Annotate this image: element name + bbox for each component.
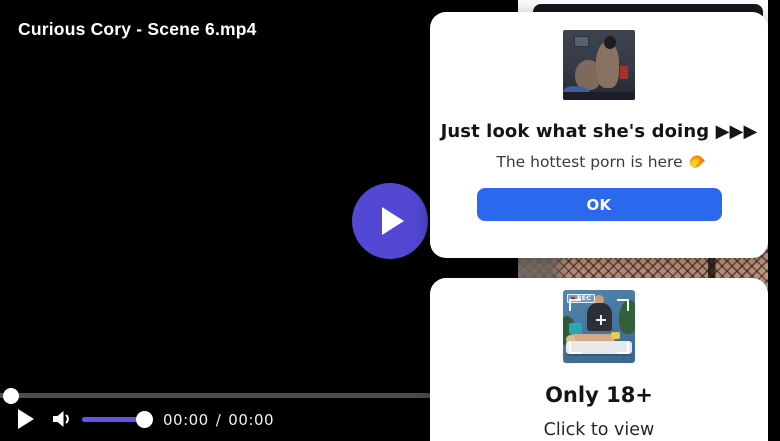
- seek-handle[interactable]: [3, 388, 19, 404]
- fire-icon: [686, 152, 705, 171]
- floor-shape: [563, 92, 635, 100]
- duration: 00:00: [228, 411, 275, 429]
- crosshair-icon: [596, 315, 606, 325]
- viewfinder-brackets-icon: [569, 299, 629, 354]
- figure-shape: [596, 42, 619, 88]
- page-scrollbar-gutter: [768, 0, 780, 441]
- red-object-shape: [620, 66, 628, 79]
- offer-subtitle: The hottest porn is here: [496, 152, 705, 171]
- big-play-button[interactable]: [352, 183, 428, 259]
- play-button[interactable]: [18, 409, 36, 429]
- offer-subtitle-text: The hottest porn is here: [496, 153, 683, 171]
- volume-handle[interactable]: [136, 411, 153, 428]
- video-title: Curious Cory - Scene 6.mp4: [18, 19, 257, 39]
- ok-button[interactable]: OK: [476, 188, 722, 221]
- play-triangle-icon: [382, 207, 404, 235]
- hair-shape: [604, 36, 616, 49]
- time-display: 00:00 / 00:00: [163, 411, 274, 429]
- current-time: 00:00: [163, 411, 209, 429]
- popup-offer-card: Just look what she's doing ▶▶▶ The hotte…: [430, 12, 768, 258]
- webcam-couple-thumbnail[interactable]: [563, 30, 635, 100]
- age-gate-title: Only 18+: [545, 383, 653, 407]
- massage-rec-thumbnail[interactable]: REC: [563, 290, 635, 363]
- age-gate-subtitle[interactable]: Click to view: [544, 420, 655, 440]
- popup-age-gate-card[interactable]: REC Only 18+ Click to view: [430, 278, 768, 441]
- page: Curious Cory - Scene 6.mp4 00:00 / 00:00 J…: [0, 0, 780, 441]
- picture-frame-shape: [574, 36, 589, 47]
- offer-title: Just look what she's doing ▶▶▶: [440, 121, 758, 142]
- time-separator: /: [215, 411, 222, 429]
- volume-icon[interactable]: [49, 406, 75, 432]
